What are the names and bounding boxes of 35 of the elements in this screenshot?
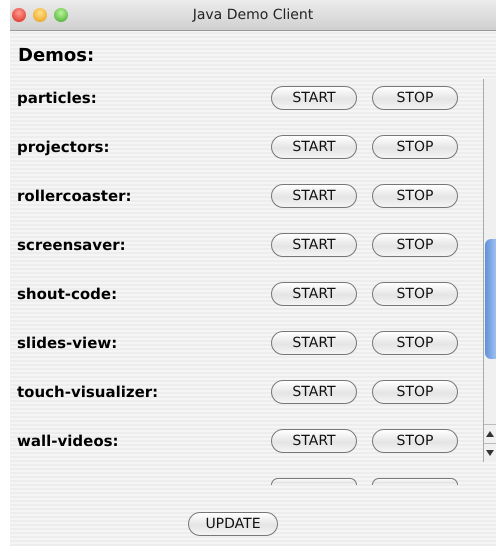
section-heading: Demos:	[18, 45, 94, 66]
update-button[interactable]: UPDATE	[188, 512, 278, 536]
demo-label: particles:	[17, 89, 97, 107]
start-button[interactable]	[271, 478, 357, 485]
start-button[interactable]: START	[271, 135, 357, 159]
demo-label: touch-visualizer:	[17, 383, 158, 401]
scroll-thumb[interactable]	[485, 239, 496, 359]
start-button[interactable]: START	[271, 380, 357, 404]
close-button[interactable]	[12, 8, 26, 22]
stop-button[interactable]: STOP	[372, 380, 458, 404]
demo-label: rollercoaster:	[17, 187, 132, 205]
scroll-up-icon[interactable]	[486, 431, 494, 437]
demo-label: projectors:	[17, 138, 110, 156]
start-button[interactable]: START	[271, 86, 357, 110]
demo-label: slides-view:	[17, 334, 118, 352]
start-button[interactable]: START	[271, 282, 357, 306]
start-button[interactable]: START	[271, 233, 357, 257]
stop-button[interactable]: STOP	[372, 331, 458, 355]
stop-button[interactable]: STOP	[372, 429, 458, 453]
demo-label: shout-code:	[17, 285, 118, 303]
zoom-button[interactable]	[54, 8, 68, 22]
start-button[interactable]: START	[271, 331, 357, 355]
stop-button[interactable]: STOP	[372, 282, 458, 306]
stop-button[interactable]: STOP	[372, 86, 458, 110]
demo-label: wall-videos:	[17, 432, 119, 450]
window-title: Java Demo Client	[192, 7, 314, 23]
start-button[interactable]: START	[271, 184, 357, 208]
demo-label: screensaver:	[17, 236, 126, 254]
stop-button[interactable]	[372, 478, 458, 485]
stop-button[interactable]: STOP	[372, 184, 458, 208]
stop-button[interactable]: STOP	[372, 233, 458, 257]
start-button[interactable]: START	[271, 429, 357, 453]
stop-button[interactable]: STOP	[372, 135, 458, 159]
scrollbar[interactable]	[483, 79, 496, 462]
scroll-down-icon[interactable]	[486, 450, 494, 456]
